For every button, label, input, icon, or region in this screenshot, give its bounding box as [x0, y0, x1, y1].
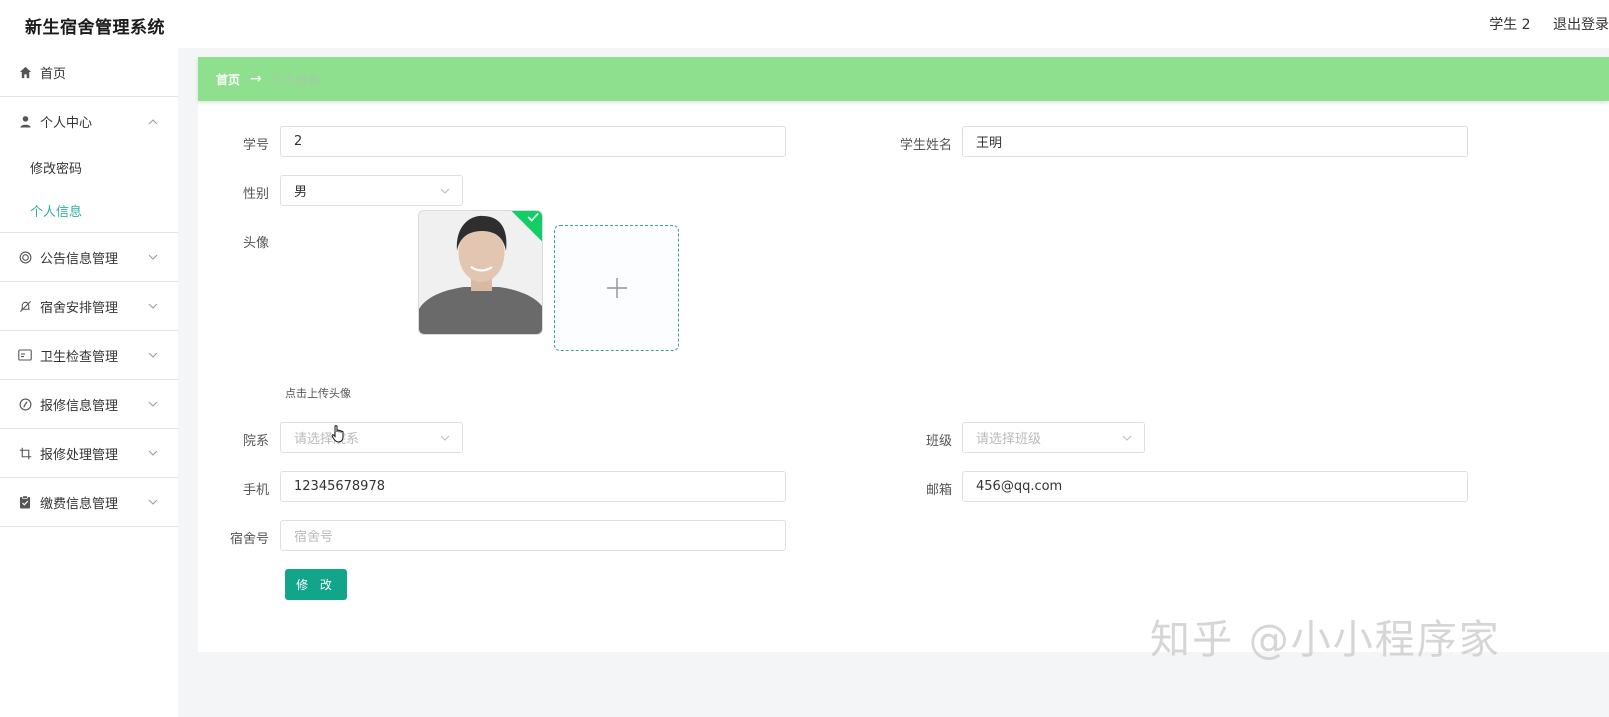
email-label: 邮箱 [925, 483, 952, 498]
notice-icon [18, 250, 32, 264]
top-bar: 新生宿舍管理系统 学生 2 退出登录 [0, 0, 1609, 48]
sidebar-item-label: 报修处理管理 [40, 447, 119, 463]
sidebar: 首页 个人中心 修改密码 个人信息 公告信息管理 宿舍安排管理 卫生检查管理 报… [0, 48, 178, 717]
top-right-area: 学生 2 退出登录 [1471, 14, 1609, 34]
user-icon [18, 115, 32, 129]
chevron-down-icon [440, 188, 450, 194]
student-no-input[interactable]: 2 [280, 126, 786, 157]
phone-label: 手机 [242, 483, 269, 498]
dorm-no-input[interactable]: 宿舍号 [280, 520, 786, 551]
avatar-label: 头像 [242, 236, 269, 251]
bell-off-icon [18, 299, 32, 313]
chevron-down-icon [148, 450, 158, 456]
avatar-upload-trigger[interactable] [554, 225, 679, 351]
chevron-down-icon [148, 499, 158, 505]
chevron-down-icon [148, 303, 158, 309]
class-placeholder: 请选择班级 [976, 432, 1042, 447]
email-input[interactable]: 456@qq.com [962, 471, 1468, 502]
avatar-preview[interactable] [418, 210, 543, 335]
chevron-down-icon [1122, 435, 1132, 441]
sidebar-item-label: 卫生检查管理 [40, 349, 119, 365]
sidebar-item-label: 首页 [40, 66, 67, 82]
sidebar-item-repair-handle[interactable]: 报修处理管理 [0, 429, 178, 478]
avatar-upload-hint: 点击上传头像 [285, 387, 351, 400]
sidebar-subitem-personal-info[interactable]: 个人信息 [0, 189, 178, 232]
check-icon [527, 212, 539, 222]
student-name-input[interactable]: 王明 [962, 126, 1468, 157]
chevron-down-icon [148, 401, 158, 407]
class-label: 班级 [925, 434, 952, 449]
department-select[interactable]: 请选择院系 [280, 422, 463, 453]
breadcrumb-current: 个人信息 [271, 72, 320, 87]
arrow-right-icon: → [250, 71, 262, 87]
main-content: 首页 → 个人信息 学号 2 学生姓名 王明 性别 男 头像 点击上传头像 院系… [198, 57, 1609, 652]
chevron-down-icon [148, 254, 158, 260]
department-placeholder: 请选择院系 [294, 432, 360, 447]
sidebar-item-label: 缴费信息管理 [40, 496, 119, 512]
plus-icon [606, 278, 627, 298]
class-select[interactable]: 请选择班级 [962, 422, 1145, 453]
chevron-down-icon [148, 352, 158, 358]
sidebar-item-fee[interactable]: 缴费信息管理 [0, 478, 178, 527]
clipboard-icon [18, 495, 32, 509]
hand-cursor-icon [331, 425, 344, 443]
sidebar-item-dorm-arrange[interactable]: 宿舍安排管理 [0, 282, 178, 331]
phone-input[interactable]: 12345678978 [280, 471, 786, 502]
compass-icon [18, 397, 32, 411]
sidebar-subitem-change-password[interactable]: 修改密码 [0, 146, 178, 189]
watermark: 知乎 @小小程序家 [1150, 617, 1501, 663]
sidebar-item-home[interactable]: 首页 [0, 48, 178, 97]
sidebar-item-personal-center[interactable]: 个人中心 [0, 97, 178, 146]
logout-link[interactable]: 退出登录 [1553, 17, 1609, 33]
department-label: 院系 [242, 434, 269, 449]
current-user: 学生 2 [1489, 17, 1531, 33]
gender-label: 性别 [242, 187, 269, 202]
home-icon [18, 65, 32, 79]
update-button[interactable]: 修 改 [285, 569, 347, 600]
sidebar-item-label: 个人中心 [40, 116, 93, 131]
sidebar-item-label: 公告信息管理 [40, 251, 119, 267]
chevron-down-icon [440, 435, 450, 441]
breadcrumb: 首页 → 个人信息 [198, 57, 1609, 101]
chevron-up-icon [148, 118, 158, 124]
sidebar-item-label: 宿舍安排管理 [40, 300, 119, 316]
sidebar-item-repair-info[interactable]: 报修信息管理 [0, 380, 178, 429]
sidebar-item-notice[interactable]: 公告信息管理 [0, 233, 178, 282]
app-title: 新生宿舍管理系统 [25, 18, 165, 38]
breadcrumb-home[interactable]: 首页 [216, 71, 240, 88]
sidebar-group-personal: 个人中心 修改密码 个人信息 [0, 97, 178, 233]
sidebar-item-hygiene[interactable]: 卫生检查管理 [0, 331, 178, 380]
avatar-image [419, 211, 542, 334]
id-card-icon [18, 348, 32, 362]
crop-icon [18, 446, 32, 460]
gender-select[interactable]: 男 [280, 175, 463, 206]
sidebar-item-label: 报修信息管理 [40, 398, 119, 414]
student-no-label: 学号 [242, 138, 269, 153]
student-name-label: 学生姓名 [899, 138, 952, 153]
gender-value: 男 [294, 185, 308, 200]
dorm-no-label: 宿舍号 [229, 532, 269, 547]
